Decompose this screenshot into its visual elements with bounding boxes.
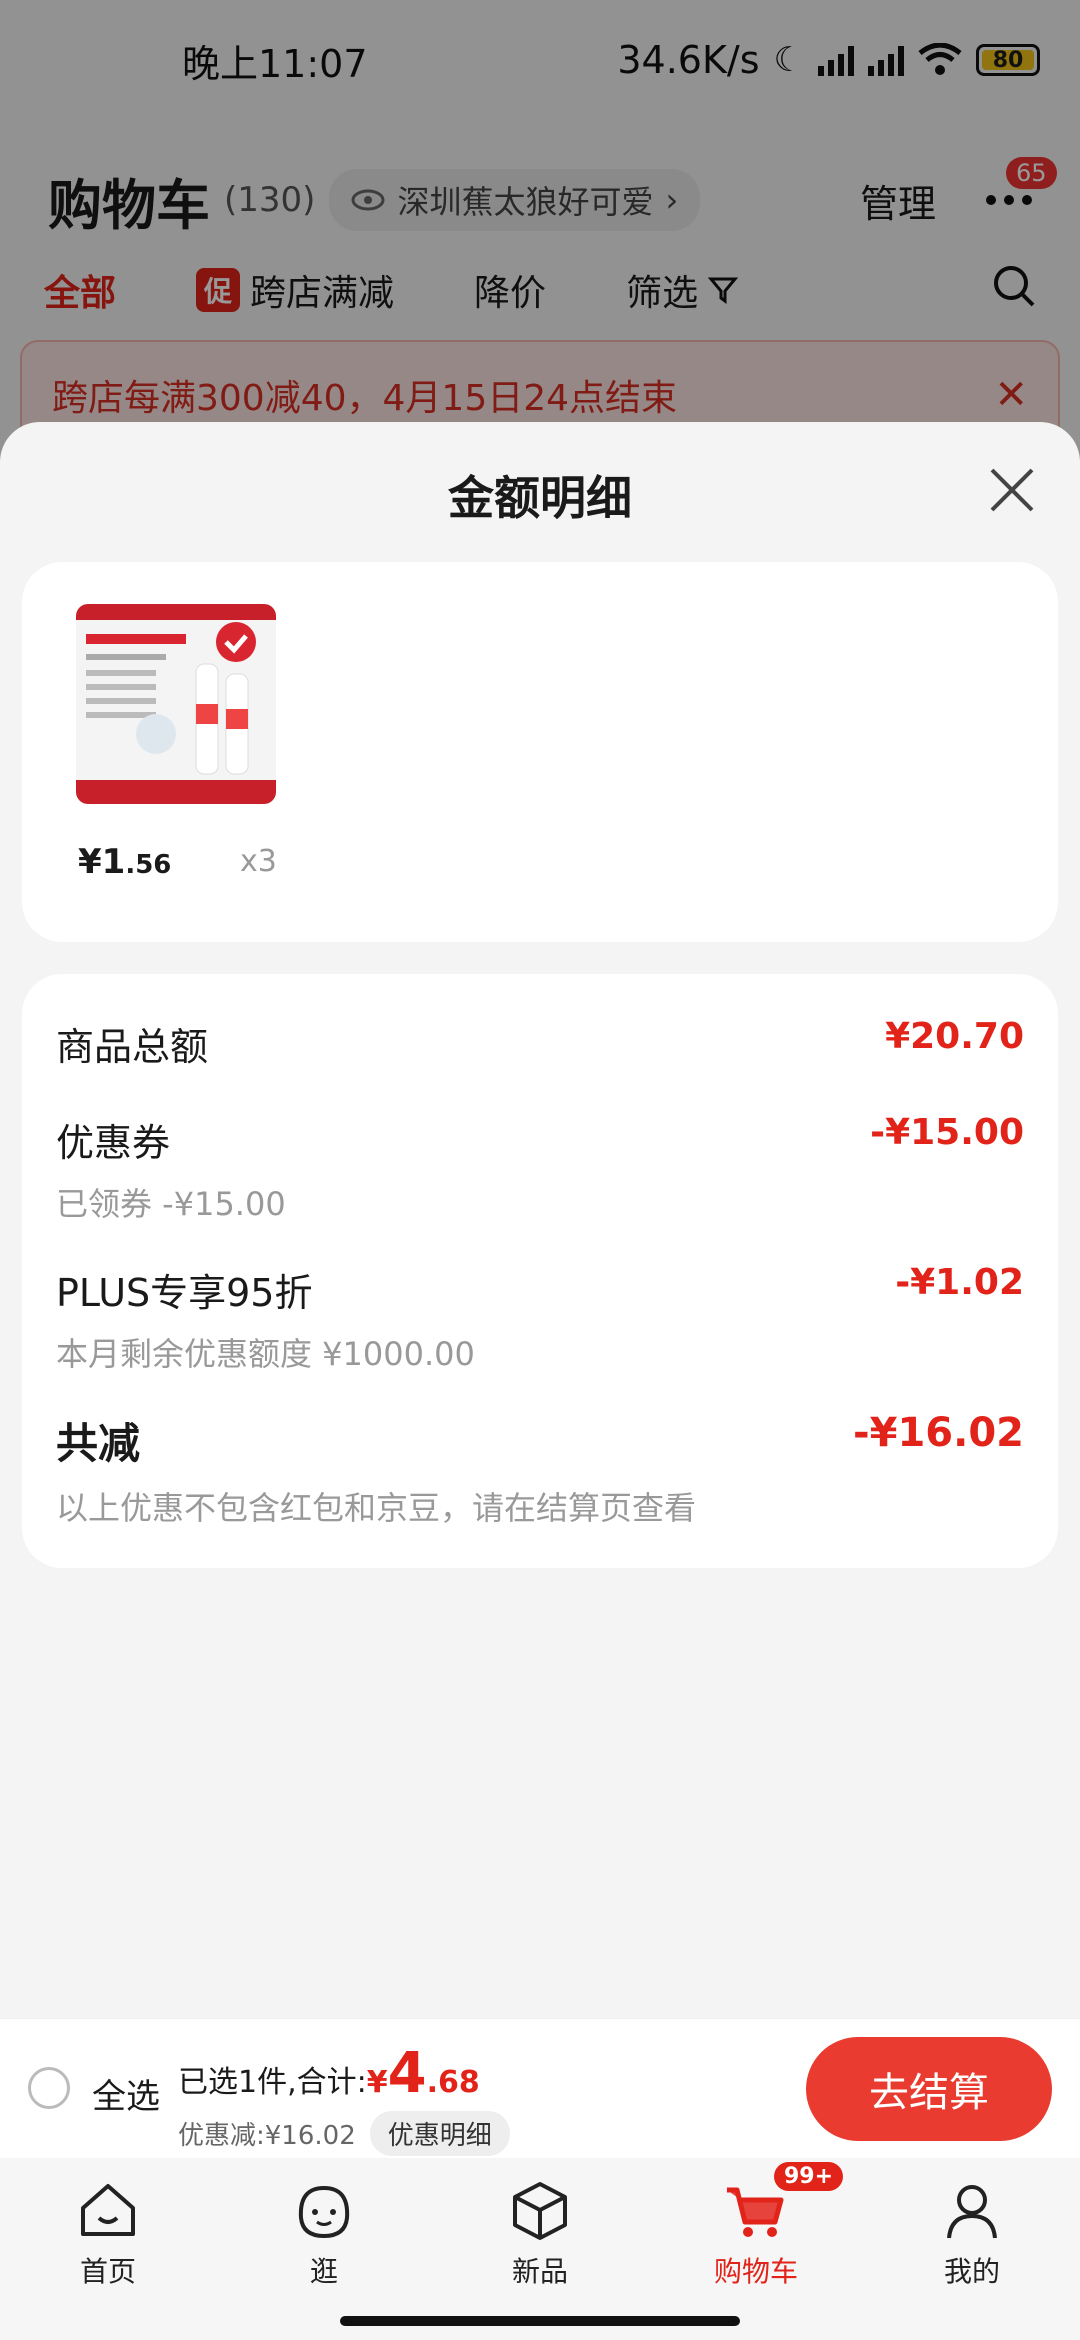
- close-icon[interactable]: [984, 462, 1040, 518]
- coupon-value: -¥15.00: [870, 1112, 1024, 1153]
- bottom-nav: 首页 逛 新品 99+ 购物车 我的: [0, 2158, 1080, 2340]
- home-indicator: [340, 2316, 740, 2326]
- product-quantity: x3: [240, 844, 277, 879]
- goods-total-value: ¥20.70: [885, 1016, 1024, 1057]
- total-discount-row: 共减 以上优惠不包含红包和京豆，请在结算页查看 -¥16.02: [56, 1410, 1024, 1529]
- discount-text: 优惠减:¥16.02: [178, 2121, 356, 2151]
- sheet-title: 金额明细: [448, 471, 632, 525]
- plus-label: PLUS专享95折: [56, 1271, 313, 1315]
- discount-summary: 优惠减:¥16.02 优惠明细: [178, 2111, 510, 2156]
- nav-item-new[interactable]: 新品: [432, 2158, 648, 2340]
- goods-total-label: 商品总额: [56, 1025, 209, 1069]
- nav-item-cart[interactable]: 99+ 购物车: [648, 2158, 864, 2340]
- plus-sub: 本月剩余优惠额度 ¥1000.00: [56, 1335, 475, 1373]
- selected-count: 已选1件,合计:: [178, 2065, 367, 2100]
- plus-discount-row: PLUS专享95折 本月剩余优惠额度 ¥1000.00 -¥1.02: [56, 1262, 1024, 1375]
- total-discount-value: -¥16.02: [853, 1410, 1024, 1456]
- amount-detail-card: 商品总额 ¥20.70 优惠券 已领券 -¥15.00 -¥15.00 PLUS…: [22, 974, 1058, 1568]
- goods-total-row: 商品总额 ¥20.70: [56, 1016, 1024, 1071]
- cube-icon: [513, 2182, 567, 2240]
- home-icon: [81, 2184, 135, 2236]
- browse-face-icon: [298, 2185, 350, 2239]
- coupon-row: 优惠券 已领券 -¥15.00 -¥15.00: [56, 1112, 1024, 1225]
- coupon-sub: 已领券 -¥15.00: [56, 1185, 286, 1223]
- nav-item-browse[interactable]: 逛: [216, 2158, 432, 2340]
- user-icon: [947, 2185, 997, 2239]
- checkout-summary: 已选1件,合计:¥4.68: [178, 2041, 480, 2106]
- checkout-button[interactable]: 去结算: [806, 2037, 1052, 2141]
- product-card: ¥1.56 x3: [22, 562, 1058, 942]
- product-price: ¥1.56: [78, 842, 172, 882]
- select-all-label[interactable]: 全选: [92, 2069, 160, 2118]
- total-discount-sub: 以上优惠不包含红包和京豆，请在结算页查看: [56, 1489, 697, 1527]
- nav-item-home[interactable]: 首页: [0, 2158, 216, 2340]
- product-image[interactable]: [76, 604, 276, 804]
- checkout-bar: 全选 已选1件,合计:¥4.68 优惠减:¥16.02 优惠明细 去结算: [0, 2018, 1080, 2158]
- total-price: ¥4.68: [366, 2041, 480, 2106]
- nav-item-mine[interactable]: 我的: [864, 2158, 1080, 2340]
- select-all-checkbox[interactable]: [28, 2067, 70, 2109]
- cart-badge: 99+: [774, 2162, 844, 2191]
- plus-value: -¥1.02: [895, 1262, 1024, 1303]
- discount-detail-button[interactable]: 优惠明细: [369, 2111, 510, 2156]
